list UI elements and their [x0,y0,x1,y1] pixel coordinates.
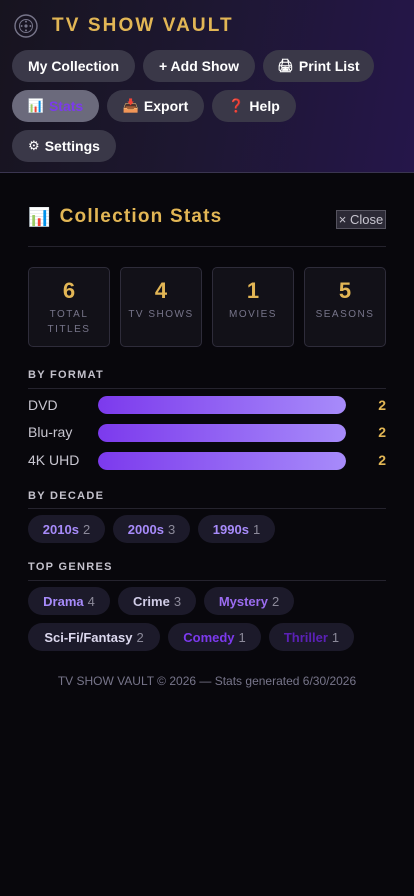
bar-chart-icon: 📊 [28,206,52,227]
print-list-button[interactable]: 🖨 Print List [263,50,374,82]
help-button[interactable]: ❓ Help [212,90,296,122]
genre-chip-sci-fi-fantasy[interactable]: Sci-Fi/Fantasy 2 [28,623,160,651]
chip-name: Thriller [283,629,328,645]
nav-button-label: My Collection [27,58,119,74]
stat-card-tv-shows: 4 TV SHOWS [120,267,202,347]
chip-count: 1 [252,521,261,537]
format-name: 4K UHD [28,452,80,468]
format-bar-track [98,452,346,470]
chip-count: 1 [238,629,246,645]
divider [28,580,386,581]
nav-button-label: Settings [44,138,100,154]
stat-value: 5 [338,278,352,303]
chip-count: 2 [136,629,144,645]
panel-title-text: Collection Stats [59,206,223,227]
divider [28,508,386,509]
nav-button-label: + Add Show [159,58,239,74]
chip-name: 2010s [42,521,79,537]
format-bar-fill [98,452,346,470]
chip-name: Crime [132,593,170,609]
genre-chip-thriller[interactable]: Thriller 1 [269,623,354,651]
chip-count: 3 [167,521,176,537]
my-collection-button[interactable]: My Collection [12,50,135,82]
chip-count: 2 [82,521,91,537]
section-label-by-format: BY FORMAT [28,369,105,381]
app-header: TV SHOW VAULT My Collection + Add Show 🖨… [0,0,414,173]
chip-count: 1 [331,629,340,645]
bar-chart-icon: 📊 [27,98,44,113]
settings-button[interactable]: ⚙ Settings [12,130,116,162]
question-mark-icon: ❓ [228,98,245,113]
divider [28,246,386,247]
genre-chip-mystery[interactable]: Mystery 2 [204,587,294,615]
format-bar-fill [98,396,346,414]
stat-label: TV SHOWS [128,309,194,320]
chip-name: 2000s [127,521,164,537]
inbox-tray-icon: 📥 [122,98,139,113]
format-count: 2 [378,452,386,468]
stat-value: 6 [62,278,76,303]
genre-chip-comedy[interactable]: Comedy 1 [168,623,261,651]
chip-name: Drama [43,593,84,609]
stat-value: 4 [154,278,168,303]
chip-name: 1990s [212,521,249,537]
printer-icon: 🖨 [277,58,294,73]
stat-label: TOTAL TITLES [47,309,91,335]
chip-count: 2 [271,593,280,609]
panel-title: 📊 Collection Stats [28,206,222,228]
nav-button-label: Print List [298,58,360,74]
gear-icon: ⚙ [28,138,40,153]
close-button[interactable]: × Close [336,210,386,229]
chip-count: 3 [173,593,182,609]
footer-text: TV SHOW VAULT © 2026 — Stats generated 6… [57,674,357,688]
stats-button[interactable]: 📊 Stats [12,90,99,122]
section-label-by-decade: BY DECADE [28,490,105,502]
nav-button-label: Help [249,98,280,114]
format-bar-track [98,396,346,414]
decade-chip-2000s[interactable]: 2000s 3 [113,515,190,543]
format-name: Blu-ray [28,424,73,440]
stat-label: MOVIES [229,309,277,320]
genre-chip-crime[interactable]: Crime 3 [118,587,196,615]
export-button[interactable]: 📥 Export [107,90,204,122]
format-count: 2 [378,424,386,440]
divider [28,388,386,389]
film-reel-icon [14,14,38,38]
nav-button-label: Export [143,98,189,114]
format-bar-track [98,424,346,442]
stat-card-total-titles: 6 TOTAL TITLES [28,267,110,347]
format-bar-fill [98,424,346,442]
decade-chip-2010s[interactable]: 2010s 2 [28,515,105,543]
stat-label: SEASONS [315,309,375,320]
decade-chip-1990s[interactable]: 1990s 1 [198,515,275,543]
format-name: DVD [28,397,58,413]
format-count: 2 [378,397,386,413]
nav-button-label: Stats [48,98,84,114]
genre-chip-drama[interactable]: Drama 4 [28,587,110,615]
add-show-button[interactable]: + Add Show [143,50,255,82]
stat-card-seasons: 5 SEASONS [304,267,386,347]
chip-count: 4 [87,593,95,609]
chip-name: Sci-Fi/Fantasy [44,629,133,645]
stat-value: 1 [246,278,260,303]
app-title: TV SHOW VAULT [52,15,234,36]
section-label-top-genres: TOP GENRES [28,561,113,573]
chip-name: Mystery [218,593,268,609]
chip-name: Comedy [183,629,235,645]
stat-card-movies: 1 MOVIES [212,267,294,347]
